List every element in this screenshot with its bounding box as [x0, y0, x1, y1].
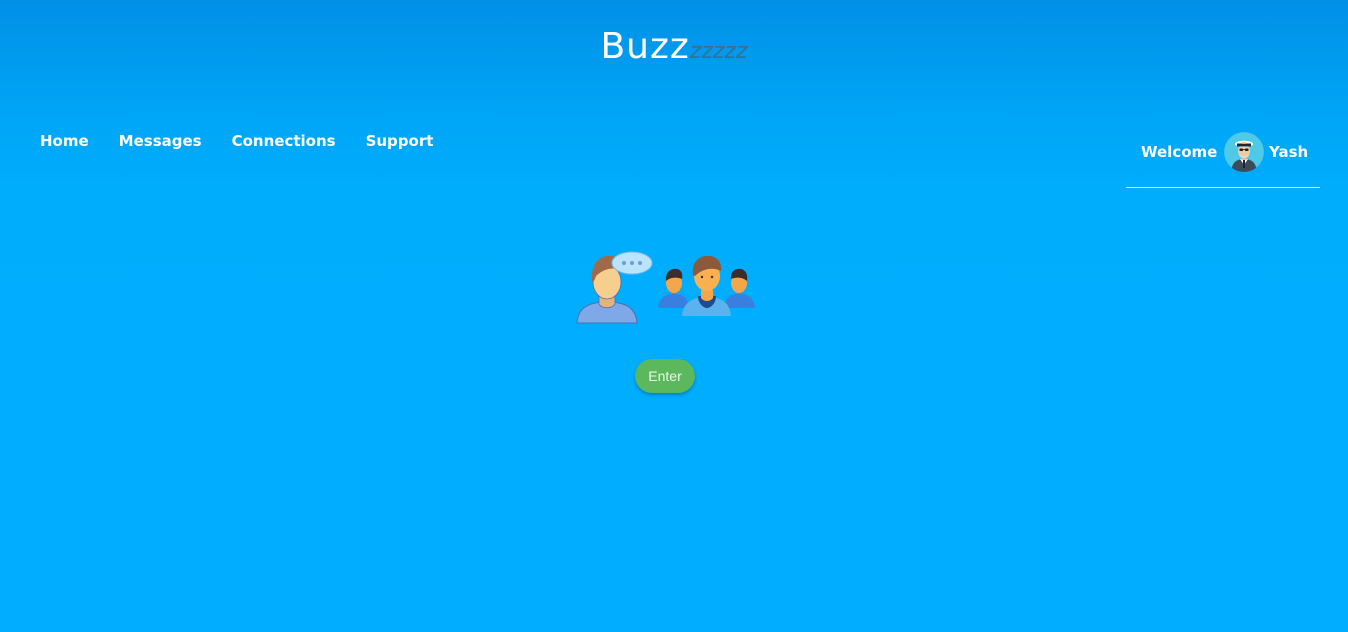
captain-avatar-icon[interactable]	[1224, 132, 1264, 172]
enter-button[interactable]: Enter	[635, 359, 695, 393]
chat-group-icon	[574, 246, 760, 326]
brand-logo[interactable]: Buzzzzzzz	[0, 26, 1348, 67]
nav-item-support[interactable]: Support	[366, 132, 434, 150]
nav-item-messages[interactable]: Messages	[119, 132, 202, 150]
brand-name-tail: zzzzz	[689, 39, 748, 64]
user-welcome: Welcome Yash	[1126, 132, 1320, 188]
nav-item-home[interactable]: Home	[40, 132, 89, 150]
welcome-label: Welcome	[1141, 143, 1218, 161]
user-name[interactable]: Yash	[1269, 143, 1308, 161]
brand-name-main: Buzz	[600, 26, 690, 67]
main-nav: Home Messages Connections Support	[40, 132, 433, 150]
nav-item-connections[interactable]: Connections	[232, 132, 336, 150]
